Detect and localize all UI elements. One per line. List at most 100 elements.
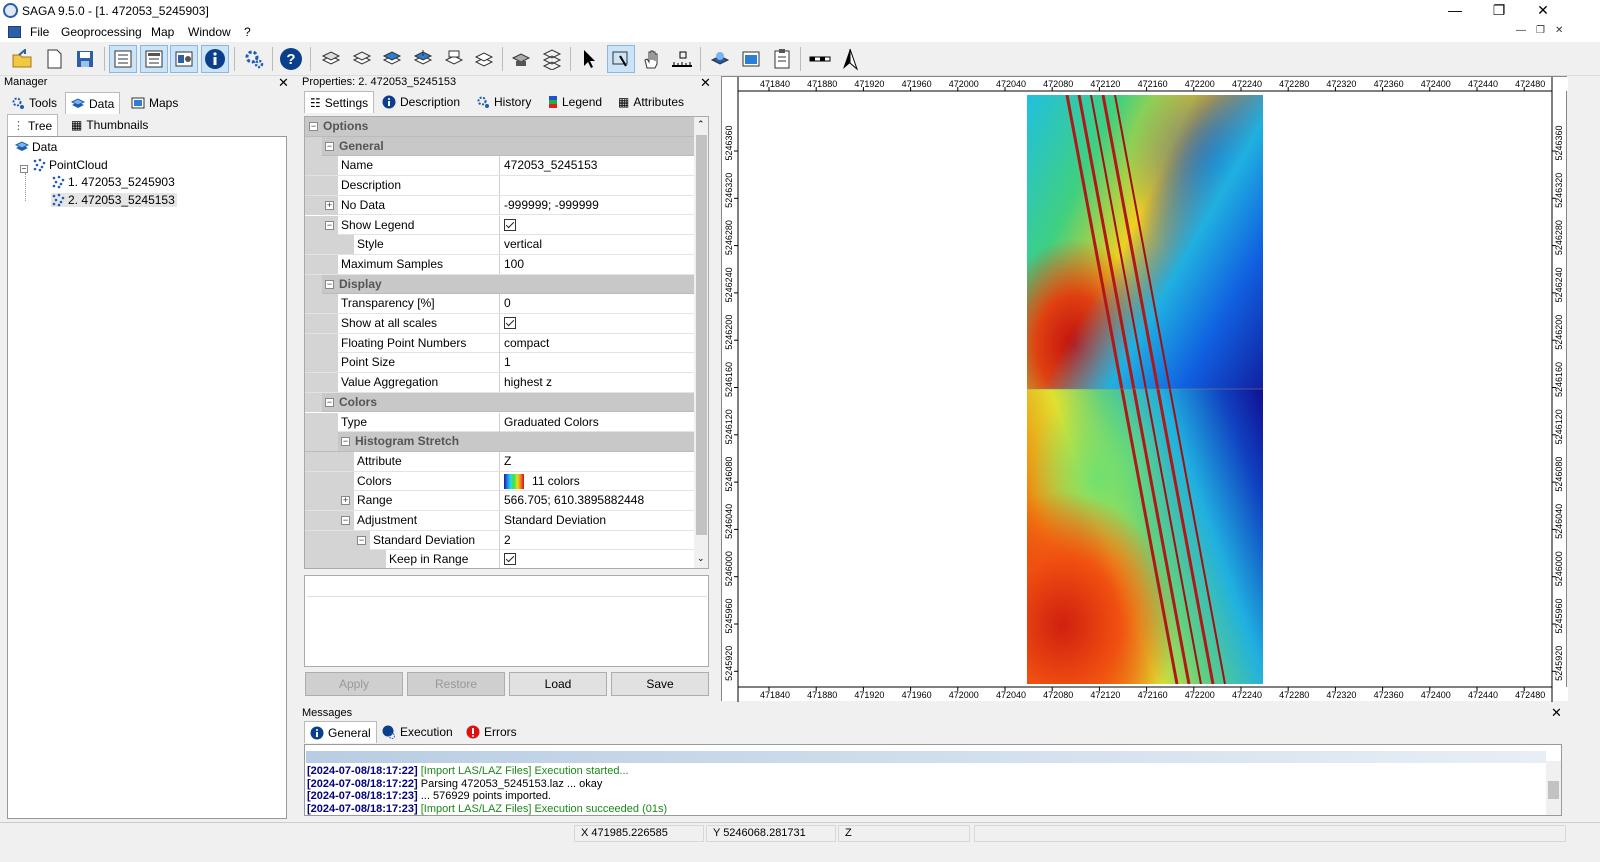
map-3d-icon[interactable] [507,45,535,73]
prop-row-type[interactable]: Type Graduated Colors [305,412,695,433]
tree-item-layer-2[interactable]: 2. 472053_5245153 [51,193,177,207]
prop-row-attribute[interactable]: Attribute Z [305,451,695,472]
manager-toggle-icon[interactable] [109,45,137,73]
colors-count: 11 colors [532,473,580,488]
properties-close-button[interactable]: ✕ [700,75,711,91]
tab-data[interactable]: Data [65,92,121,114]
prop-row-value-aggregation[interactable]: Value Aggregation highest z [305,373,695,393]
pan-hand-icon[interactable] [638,45,666,73]
menu-map[interactable]: Map [151,25,174,39]
help-icon[interactable]: ? [277,45,305,73]
info-icon [310,726,324,739]
prop-row-adjustment[interactable]: − Adjustment Standard Deviation [305,511,695,531]
tree-node-data[interactable]: Data [15,140,57,154]
synchronize-maps-icon[interactable] [470,45,498,73]
keep-in-range-checkbox[interactable] [504,553,516,566]
show-legend-checkbox[interactable] [504,218,516,231]
tab-attributes[interactable]: ▦ Attributes [612,91,690,113]
map-view[interactable]: 471840 471880 471920 471960 472000 472040 4720… [721,76,1568,702]
apply-button[interactable]: Apply [305,672,403,696]
prop-row-no-data[interactable]: + No Data -999999; -999999 [305,195,695,216]
new-icon[interactable] [40,45,68,73]
tools-gear-icon[interactable] [240,45,268,73]
mdi-close-button[interactable]: ✕ [1555,25,1563,36]
tree-node-pointcloud[interactable]: PointCloud [32,158,108,172]
scroll-up-icon[interactable]: ⌃ [697,119,705,130]
properties-toggle-icon[interactable] [140,45,168,73]
prop-row-description[interactable]: Description [305,176,695,196]
status-bar: X 471985.226585 Y 5246068.281731 Z [0,822,1600,842]
zoom-extent-icon[interactable] [440,45,468,73]
manager-close-button[interactable]: ✕ [278,75,289,91]
tab-general[interactable]: General [304,721,377,743]
zoom-selection-icon[interactable] [409,45,437,73]
show-all-scales-checkbox[interactable] [504,317,516,329]
prop-row-standard-deviation[interactable]: − Standard Deviation 2 [305,530,695,551]
property-grid-scrollbar[interactable]: ⌃ ⌄ [694,117,708,568]
prop-row-maximum-samples[interactable]: Maximum Samples 100 [305,254,695,275]
select-arrow-icon[interactable] [576,45,604,73]
open-icon[interactable] [8,45,36,73]
collapse-toggle[interactable]: − [20,165,28,173]
message-scrollbar[interactable] [1546,761,1561,815]
maximize-button[interactable]: ❐ [1476,0,1522,22]
tab-history[interactable]: History [470,91,537,113]
tab-tools[interactable]: Tools [5,92,63,114]
menu-help[interactable]: ? [244,25,251,39]
scrollbar-thumb[interactable] [696,135,707,535]
info-icon[interactable] [201,45,229,73]
data-layers-icon [15,141,29,151]
save-button[interactable]: Save [611,672,709,696]
subtab-tree[interactable]: ⋮ Tree [7,114,59,136]
tab-maps[interactable]: Maps [125,92,184,114]
x-tick-label-bottom: 472320 [1326,690,1356,700]
tab-execution[interactable]: Execution [376,721,459,743]
scroll-down-icon[interactable]: ⌄ [697,553,705,564]
zoom-previous-icon[interactable] [348,45,376,73]
menu-file[interactable]: File [30,25,49,39]
load-button[interactable]: Load [509,672,607,696]
tab-errors[interactable]: Errors [460,721,523,743]
clipboard-icon[interactable] [768,45,796,73]
tab-legend[interactable]: Legend [542,91,608,113]
zoom-tool-icon[interactable] [607,45,635,73]
prop-row-keep-in-range[interactable]: Keep in Range [305,550,695,568]
prop-row-floating-point[interactable]: Floating Point Numbers compact [305,333,695,354]
zoom-full-extent-icon[interactable] [317,45,345,73]
prop-row-style[interactable]: Style vertical [305,235,695,255]
north-arrow-icon[interactable] [836,45,864,73]
prop-row-range[interactable]: + Range 566.705; 610.3895882448 [305,491,695,511]
globe-3d-icon[interactable] [706,45,734,73]
prop-row-show-legend[interactable]: − Show Legend [305,215,695,236]
messages-close-button[interactable]: ✕ [1551,705,1562,721]
scale-bar-icon[interactable] [806,45,834,73]
zoom-layer-icon[interactable] [378,45,406,73]
subtab-thumbnails[interactable]: ▦ Thumbnails [65,114,154,136]
mdi-minimize-button[interactable]: — [1516,25,1526,36]
save-icon[interactable] [71,45,99,73]
mdi-restore-button[interactable]: ❐ [1536,25,1545,36]
prop-row-show-all-scales[interactable]: Show at all scales [305,314,695,334]
scrollbar-thumb[interactable] [1548,781,1559,799]
minimize-button[interactable]: — [1432,0,1478,22]
tab-description[interactable]: Description [376,91,466,113]
close-button[interactable]: ✕ [1520,0,1566,22]
tree-item-layer-1[interactable]: 1. 472053_5245903 [51,175,175,189]
menu-geoprocessing[interactable]: Geoprocessing [61,25,142,39]
restore-button[interactable]: Restore [407,672,505,696]
network-icon[interactable] [538,45,566,73]
prop-row-transparency[interactable]: Transparency [%] 0 [305,294,695,314]
y-tick-label-right: 5246120 [1554,409,1564,444]
y-tick-label-right: 5246080 [1554,457,1564,492]
prop-row-point-size[interactable]: Point Size 1 [305,353,695,374]
measure-distance-icon[interactable] [668,45,696,73]
map-image-icon[interactable] [737,45,765,73]
x-tick-label-top: 471840 [760,79,790,89]
data-source-toggle-icon[interactable] [170,45,198,73]
message-line: [2024-07-08/18:17:22] [Import LAS/LAZ Fi… [307,765,629,777]
x-tick-label-top: 472320 [1326,79,1356,89]
tab-settings[interactable]: ☷ Settings [304,91,375,113]
prop-row-name[interactable]: Name 472053_5245153 [305,156,695,177]
menu-window[interactable]: Window [188,25,231,39]
prop-row-colors[interactable]: Colors 11 colors [305,471,695,492]
